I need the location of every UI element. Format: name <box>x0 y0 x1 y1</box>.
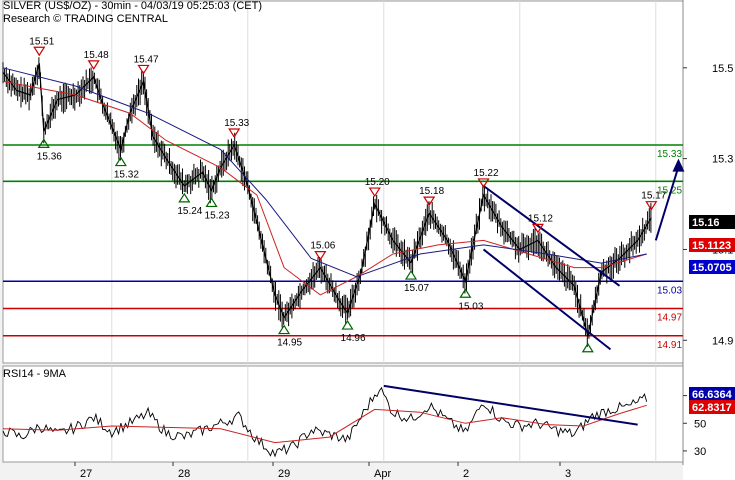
swing-high-label: 15.20 <box>365 177 390 188</box>
rsi-value-box: 66.6364 <box>692 389 733 401</box>
swing-high-label: 15.18 <box>419 186 444 197</box>
y-tick-label: 14.9 <box>712 335 733 347</box>
level-label: 15.03 <box>657 285 682 296</box>
swing-high-label: 15.12 <box>528 213 553 224</box>
swing-low-label: 14.96 <box>341 333 366 344</box>
swing-low-label: 15.32 <box>114 170 139 181</box>
x-tick-label: 3 <box>565 468 571 480</box>
swing-low-label: 15.07 <box>404 283 429 294</box>
swing-low-label: 15.03 <box>458 301 483 312</box>
swing-high-label: 15.33 <box>224 118 249 129</box>
level-label: 14.91 <box>657 340 682 351</box>
x-tick-label: 27 <box>80 468 92 480</box>
x-tick-label: 2 <box>463 468 469 480</box>
y-tick-label: 15.5 <box>712 63 733 75</box>
x-tick-label: 28 <box>178 468 190 480</box>
swing-high-label: 15.06 <box>310 241 335 252</box>
swing-low-label: 15.23 <box>205 210 230 221</box>
rsi-value-box: 62.8317 <box>692 402 732 414</box>
swing-high-label: 15.51 <box>29 36 54 47</box>
silver-30min-chart: 15.3315.2515.0314.9714.91 15.5115.3615.4… <box>2 0 735 480</box>
swing-high-label: 15.22 <box>474 168 499 179</box>
swing-low-label: 15.36 <box>37 151 62 162</box>
x-tick-label: Apr <box>374 468 391 480</box>
chart-credit: Research © TRADING CENTRAL <box>3 13 168 25</box>
price-value-box: 15.1123 <box>692 240 731 252</box>
swing-low-label: 14.95 <box>277 338 302 349</box>
rsi-panel-frame <box>2 365 684 463</box>
swing-high-label: 15.48 <box>84 50 109 61</box>
swing-high-label: 15.47 <box>134 54 159 65</box>
price-value-box: 15.0705 <box>692 262 732 274</box>
chart-title: SILVER (US$/OZ) - 30min - 04/03/19 05:25… <box>3 0 263 12</box>
swing-low-label: 15.24 <box>177 206 202 217</box>
rsi-y-tick-label: 50 <box>694 418 706 430</box>
swing-high-label: 15.17 <box>641 191 666 202</box>
price-value-box: 15.16 <box>692 217 720 229</box>
rsi-title: RSI14 - 9MA <box>3 368 66 380</box>
level-label: 14.97 <box>657 313 682 324</box>
rsi-y-tick-label: 30 <box>694 446 706 458</box>
y-tick-label: 15.3 <box>712 154 733 166</box>
level-label: 15.33 <box>657 149 682 160</box>
x-tick-label: 29 <box>278 468 290 480</box>
